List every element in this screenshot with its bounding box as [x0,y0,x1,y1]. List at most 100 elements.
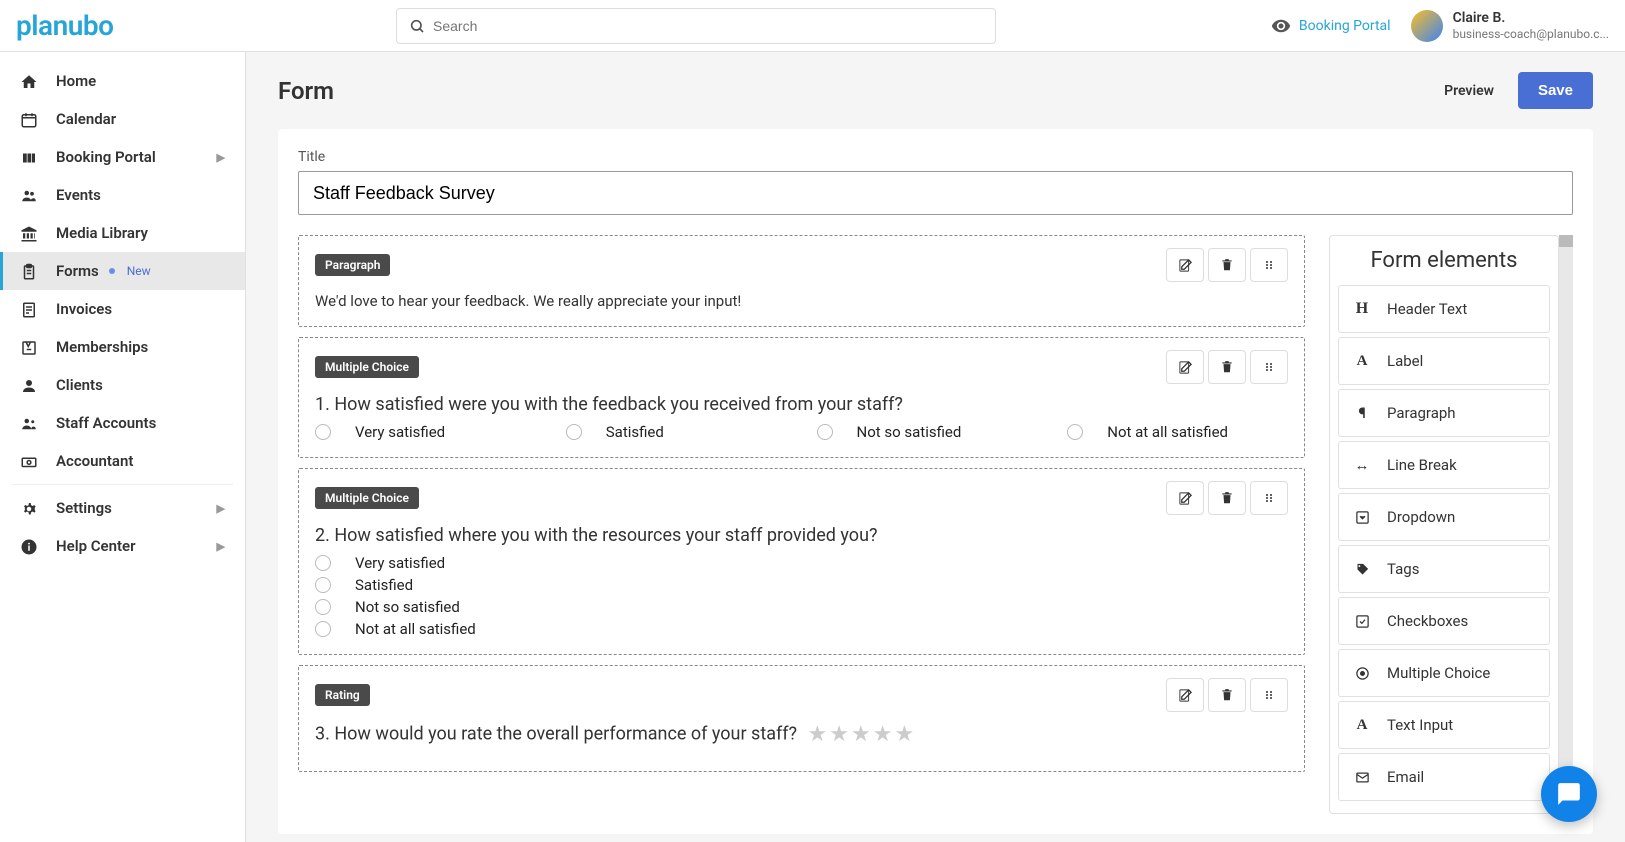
drag-handle[interactable] [1250,350,1288,384]
sidebar-item-staff-accounts[interactable]: Staff Accounts [0,404,245,442]
element-header-text[interactable]: H Header Text [1338,285,1550,333]
sidebar-item-help-center[interactable]: Help Center ▶ [0,527,245,565]
search-input[interactable] [433,18,983,34]
element-paragraph[interactable]: ¶ Paragraph [1338,389,1550,437]
element-checkboxes[interactable]: Checkboxes [1338,597,1550,645]
edit-button[interactable] [1166,350,1204,384]
info-icon [20,536,38,555]
element-label: Multiple Choice [1387,664,1490,682]
option[interactable]: Not so satisfied [315,598,1288,616]
delete-button[interactable] [1208,350,1246,384]
drag-handle[interactable] [1250,248,1288,282]
users-icon [20,185,38,204]
element-icon [1353,665,1371,681]
form-block-1[interactable]: Multiple Choice 1. How satisfied were yo… [298,337,1305,458]
sidebar-item-label: Clients [56,376,103,394]
sidebar: Home Calendar Booking Portal ▶ Events Me… [0,52,246,842]
search-box[interactable] [396,8,996,44]
star-rating[interactable]: ★★★★★ [808,722,915,747]
sidebar-item-forms[interactable]: Forms New [0,252,245,290]
edit-button[interactable] [1166,248,1204,282]
search-icon [409,17,425,33]
sidebar-item-events[interactable]: Events [0,176,245,214]
element-icon [1353,769,1371,785]
element-line-break[interactable]: ↔ Line Break [1338,441,1550,489]
option[interactable]: Very satisfied [315,423,536,441]
delete-button[interactable] [1208,481,1246,515]
sidebar-item-home[interactable]: Home [0,62,245,100]
drag-handle[interactable] [1250,481,1288,515]
chat-button[interactable] [1541,766,1597,822]
element-label[interactable]: A Label [1338,337,1550,385]
person-icon [20,375,38,394]
sidebar-item-label: Help Center [56,537,136,555]
option-label: Satisfied [606,423,664,441]
edit-button[interactable] [1166,481,1204,515]
element-icon: A [1353,353,1371,370]
delete-button[interactable] [1208,248,1246,282]
element-dropdown[interactable]: Dropdown [1338,493,1550,541]
staff-icon [20,413,38,432]
question-text: 2. How satisfied where you with the reso… [315,525,1288,546]
eye-icon [1271,16,1291,36]
element-text-input[interactable]: A Text Input [1338,701,1550,749]
sidebar-item-media-library[interactable]: Media Library [0,214,245,252]
sidebar-item-calendar[interactable]: Calendar [0,100,245,138]
form-title-input[interactable] [298,171,1573,215]
option[interactable]: Very satisfied [315,554,1288,572]
main-content: Form Preview Save Title Paragraph We'd l… [246,52,1625,842]
form-editor: Title Paragraph We'd love to hear your f… [278,129,1593,834]
sidebar-item-label: Invoices [56,300,112,318]
element-label: Checkboxes [1387,612,1468,630]
radio-icon [315,621,331,637]
block-type-tag: Multiple Choice [315,487,419,509]
option-label: Satisfied [355,576,413,594]
option[interactable]: Not at all satisfied [1067,423,1288,441]
preview-button[interactable]: Preview [1432,75,1506,107]
edit-button[interactable] [1166,678,1204,712]
sidebar-item-accountant[interactable]: Accountant [0,442,245,480]
save-button[interactable]: Save [1518,72,1593,109]
chevron-right-icon: ▶ [217,502,225,515]
form-block-0[interactable]: Paragraph We'd love to hear your feedbac… [298,235,1305,327]
option-label: Not at all satisfied [1107,423,1228,441]
element-icon: ↔ [1353,456,1371,474]
element-tags[interactable]: Tags [1338,545,1550,593]
app-logo[interactable]: planubo [16,9,146,42]
clipboard-icon [20,261,38,280]
badge-dot [109,268,115,274]
star-icon[interactable]: ★ [851,722,871,747]
chevron-right-icon: ▶ [217,151,225,164]
question-text: 1. How satisfied were you with the feedb… [315,394,1288,415]
star-icon[interactable]: ★ [808,722,828,747]
chat-icon [1556,781,1582,807]
element-label: Text Input [1387,716,1453,734]
star-icon[interactable]: ★ [873,722,893,747]
option[interactable]: Not so satisfied [817,423,1038,441]
sidebar-item-settings[interactable]: Settings ▶ [0,489,245,527]
option[interactable]: Not at all satisfied [315,620,1288,638]
delete-button[interactable] [1208,678,1246,712]
sidebar-item-memberships[interactable]: Memberships [0,328,245,366]
star-icon[interactable]: ★ [894,722,914,747]
booking-portal-label: Booking Portal [1299,18,1391,34]
calendar-icon [20,109,38,128]
radio-icon [315,577,331,593]
booking-portal-link[interactable]: Booking Portal [1271,16,1391,36]
option[interactable]: Satisfied [566,423,787,441]
option[interactable]: Satisfied [315,576,1288,594]
user-menu[interactable]: Claire B. business-coach@planubo.c... [1411,10,1609,42]
star-icon[interactable]: ★ [829,722,849,747]
page-title: Form [278,77,334,105]
element-multiple-choice[interactable]: Multiple Choice [1338,649,1550,697]
sidebar-item-invoices[interactable]: Invoices [0,290,245,328]
form-block-2[interactable]: Multiple Choice 2. How satisfied where y… [298,468,1305,655]
sidebar-item-label: Forms [56,262,99,280]
form-block-3[interactable]: Rating 3. How would you rate the overall… [298,665,1305,772]
drag-handle[interactable] [1250,678,1288,712]
panel-scrollbar[interactable] [1559,235,1573,814]
sidebar-item-clients[interactable]: Clients [0,366,245,404]
element-email[interactable]: Email [1338,753,1550,801]
sidebar-item-booking-portal[interactable]: Booking Portal ▶ [0,138,245,176]
element-icon [1353,613,1371,629]
